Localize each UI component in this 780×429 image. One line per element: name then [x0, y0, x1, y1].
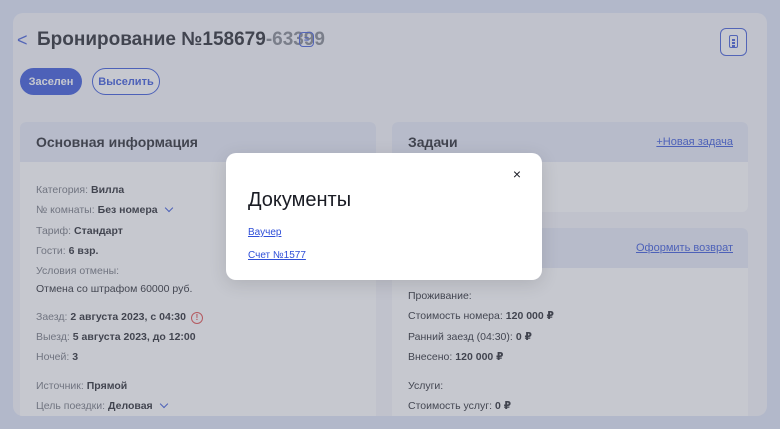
invoice-link[interactable]: Счет №1577	[248, 250, 306, 261]
documents-modal: × Документы Ваучер Счет №1577	[226, 153, 542, 280]
voucher-link[interactable]: Ваучер	[248, 227, 281, 238]
modal-title: Документы	[248, 189, 352, 211]
close-icon[interactable]: ×	[510, 167, 524, 181]
